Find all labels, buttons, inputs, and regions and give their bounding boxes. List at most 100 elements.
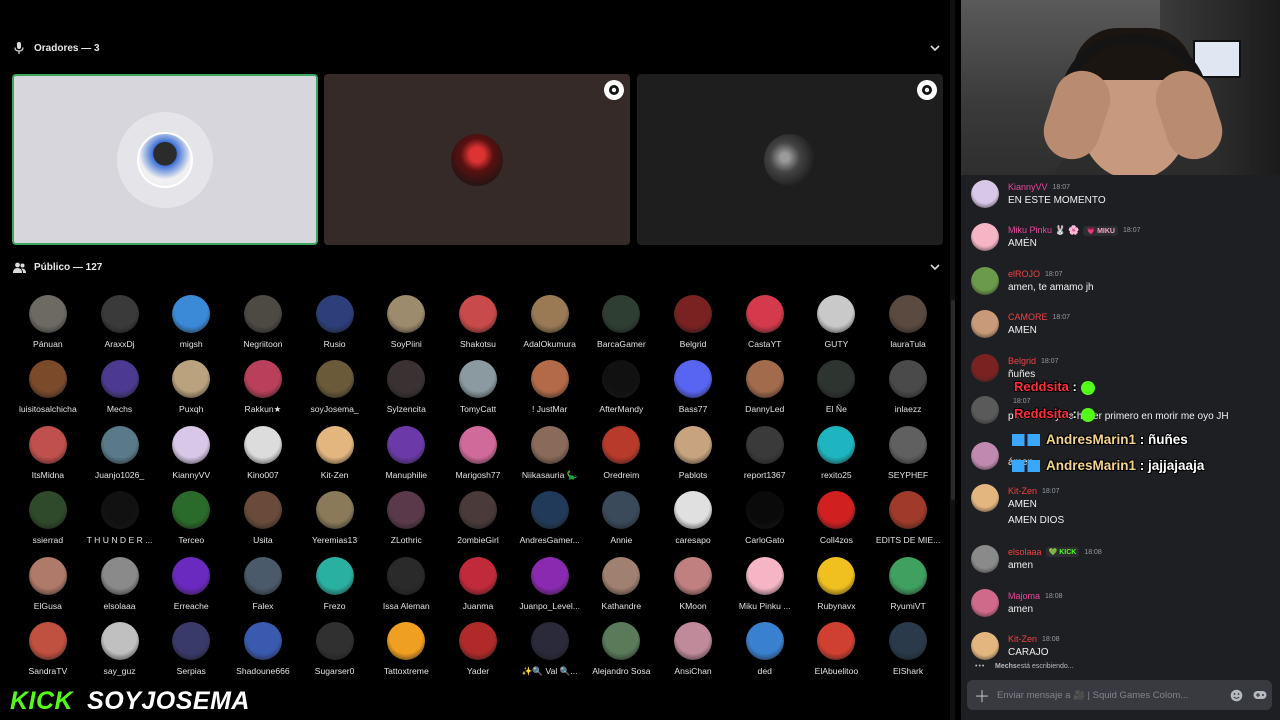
message-avatar[interactable] bbox=[971, 484, 999, 512]
chevron-down-icon[interactable] bbox=[928, 41, 942, 55]
message-avatar[interactable] bbox=[971, 589, 999, 617]
audience-member[interactable]: report1367 bbox=[729, 425, 801, 491]
audience-member[interactable]: Pánuan bbox=[12, 295, 84, 360]
audience-member[interactable]: ded bbox=[729, 621, 801, 687]
audience-member[interactable]: AfterMandy bbox=[586, 360, 658, 425]
chevron-down-icon[interactable] bbox=[928, 260, 942, 274]
audience-member[interactable]: Annie bbox=[586, 491, 658, 556]
audience-member[interactable]: Sugarser0 bbox=[299, 621, 371, 687]
message-username[interactable]: Miku Pinku 🐰 🌸 bbox=[1008, 225, 1079, 236]
message-avatar[interactable] bbox=[971, 310, 999, 338]
message-username[interactable]: Belgrid bbox=[1008, 356, 1036, 366]
audience-member[interactable]: rexito25 bbox=[801, 425, 873, 491]
message-username[interactable]: elROJO bbox=[1008, 269, 1040, 279]
audience-member[interactable]: SandraTV bbox=[12, 621, 84, 687]
message-username[interactable]: Majoma bbox=[1008, 591, 1040, 601]
chat-message[interactable]: Miku Pinku 🐰 🌸 💗 MIKU 18:07 AMÉN bbox=[971, 221, 1271, 261]
audience-member[interactable]: Juanjo1026_ bbox=[84, 425, 156, 491]
speaker-tile-3[interactable] bbox=[637, 74, 943, 245]
audience-member[interactable]: Rusio bbox=[299, 295, 371, 360]
message-avatar[interactable] bbox=[971, 180, 999, 208]
audience-member[interactable]: Usita bbox=[227, 491, 299, 556]
audience-member[interactable]: SoyPiini bbox=[370, 295, 442, 360]
audience-member[interactable]: soyJosema_ bbox=[299, 360, 371, 425]
audience-member[interactable]: KMoon bbox=[657, 556, 729, 622]
audience-member[interactable]: SEYPHEF bbox=[872, 425, 944, 491]
speakers-section-header[interactable]: Oradores — 3 bbox=[12, 38, 942, 58]
audience-member[interactable]: Negriitoon bbox=[227, 295, 299, 360]
audience-member[interactable]: ssierrad bbox=[12, 491, 84, 556]
audience-member[interactable]: ! JustMar bbox=[514, 360, 586, 425]
audience-member[interactable]: DannyLed bbox=[729, 360, 801, 425]
audience-member[interactable]: inlaezz bbox=[872, 360, 944, 425]
message-username[interactable]: CAMORE bbox=[1008, 312, 1048, 322]
audience-member[interactable]: Yeremias13 bbox=[299, 491, 371, 556]
audience-member[interactable]: Juanma bbox=[442, 556, 514, 622]
audience-member[interactable]: Rubynavx bbox=[801, 556, 873, 622]
speaker-tile-1[interactable] bbox=[12, 74, 318, 245]
audience-member[interactable]: ZLothric bbox=[370, 491, 442, 556]
audience-member[interactable]: Shadoune666 bbox=[227, 621, 299, 687]
add-attachment-icon[interactable]: ＋ bbox=[967, 683, 997, 707]
audience-member[interactable]: EDITS DE MIE... bbox=[872, 491, 944, 556]
message-avatar[interactable] bbox=[971, 442, 999, 470]
chat-message[interactable]: Kit-Zen 18:07 AMEN AMEN DIOS bbox=[971, 482, 1271, 526]
audience-member[interactable]: luisitosalchicha bbox=[12, 360, 84, 425]
message-username[interactable]: elsolaaa bbox=[1008, 547, 1042, 557]
audience-member[interactable]: Issa Aleman bbox=[370, 556, 442, 622]
audience-member[interactable]: Puxqh bbox=[155, 360, 227, 425]
audience-member[interactable]: Sylzencita bbox=[370, 360, 442, 425]
audience-member[interactable]: Manuphilie bbox=[370, 425, 442, 491]
chat-message[interactable]: KiannyVV 18:07 EN ESTE MOMENTO bbox=[971, 178, 1271, 218]
audience-member[interactable]: Alejandro Sosa bbox=[586, 621, 658, 687]
message-input[interactable] bbox=[997, 689, 1224, 701]
audience-member[interactable]: ElAbuelitoo bbox=[801, 621, 873, 687]
audience-member[interactable]: RyumiVT bbox=[872, 556, 944, 622]
audience-member[interactable]: GUTY bbox=[801, 295, 873, 360]
audience-member[interactable]: CarloGato bbox=[729, 491, 801, 556]
audience-member[interactable]: AraxxDj bbox=[84, 295, 156, 360]
audience-member[interactable]: ItsMidna bbox=[12, 425, 84, 491]
activity-icon[interactable] bbox=[1248, 690, 1272, 700]
audience-member[interactable]: Pablots bbox=[657, 425, 729, 491]
message-avatar[interactable] bbox=[971, 267, 999, 295]
chat-message[interactable]: elsolaaa 💚 KICK 18:08 amen bbox=[971, 543, 1271, 583]
message-avatar[interactable] bbox=[971, 632, 999, 660]
audience-member[interactable]: AndresGamer... bbox=[514, 491, 586, 556]
chat-message[interactable]: CAMORE 18:07 AMEN bbox=[971, 308, 1271, 348]
audience-member[interactable]: Niikasauria 🦕 bbox=[514, 425, 586, 491]
audience-member[interactable]: CastaYT bbox=[729, 295, 801, 360]
audience-member[interactable]: KiannyVV bbox=[155, 425, 227, 491]
message-avatar[interactable] bbox=[971, 545, 999, 573]
audience-member[interactable]: 2ombieGirl bbox=[442, 491, 514, 556]
message-avatar[interactable] bbox=[971, 223, 999, 251]
audience-member[interactable]: Oredreim bbox=[586, 425, 658, 491]
message-username[interactable]: KiannyVV bbox=[1008, 182, 1048, 192]
audience-member[interactable]: Frezo bbox=[299, 556, 371, 622]
audience-member[interactable]: Bass77 bbox=[657, 360, 729, 425]
audience-section-header[interactable]: Público — 127 bbox=[12, 257, 942, 277]
audience-member[interactable]: Belgrid bbox=[657, 295, 729, 360]
audience-member[interactable]: caresapo bbox=[657, 491, 729, 556]
audience-member[interactable]: Juanpo_Level... bbox=[514, 556, 586, 622]
audience-member[interactable]: elsolaaa bbox=[84, 556, 156, 622]
audience-member[interactable]: Falex bbox=[227, 556, 299, 622]
audience-member[interactable]: ✨🔍 Val 🔍... bbox=[514, 621, 586, 687]
speaker-tile-2[interactable] bbox=[324, 74, 630, 245]
audience-member[interactable]: Miku Pinku ... bbox=[729, 556, 801, 622]
audience-member[interactable]: Kino007 bbox=[227, 425, 299, 491]
audience-member[interactable]: TomyCatt bbox=[442, 360, 514, 425]
chat-message[interactable]: Majoma 18:08 amen bbox=[971, 587, 1271, 627]
message-username[interactable]: Kit-Zen bbox=[1008, 634, 1037, 644]
audience-member[interactable]: Serpias bbox=[155, 621, 227, 687]
audience-member[interactable]: Coll4zos bbox=[801, 491, 873, 556]
audience-member[interactable]: Kit-Zen bbox=[299, 425, 371, 491]
audience-member[interactable]: lauraTula bbox=[872, 295, 944, 360]
message-avatar[interactable] bbox=[971, 354, 999, 382]
message-avatar[interactable] bbox=[971, 396, 999, 424]
audience-member[interactable]: T H U N D E R ... bbox=[84, 491, 156, 556]
message-username[interactable]: Kit-Zen bbox=[1008, 486, 1037, 496]
audience-member[interactable]: ElShark bbox=[872, 621, 944, 687]
emoji-icon[interactable] bbox=[1224, 689, 1248, 702]
audience-member[interactable]: Mechs bbox=[84, 360, 156, 425]
